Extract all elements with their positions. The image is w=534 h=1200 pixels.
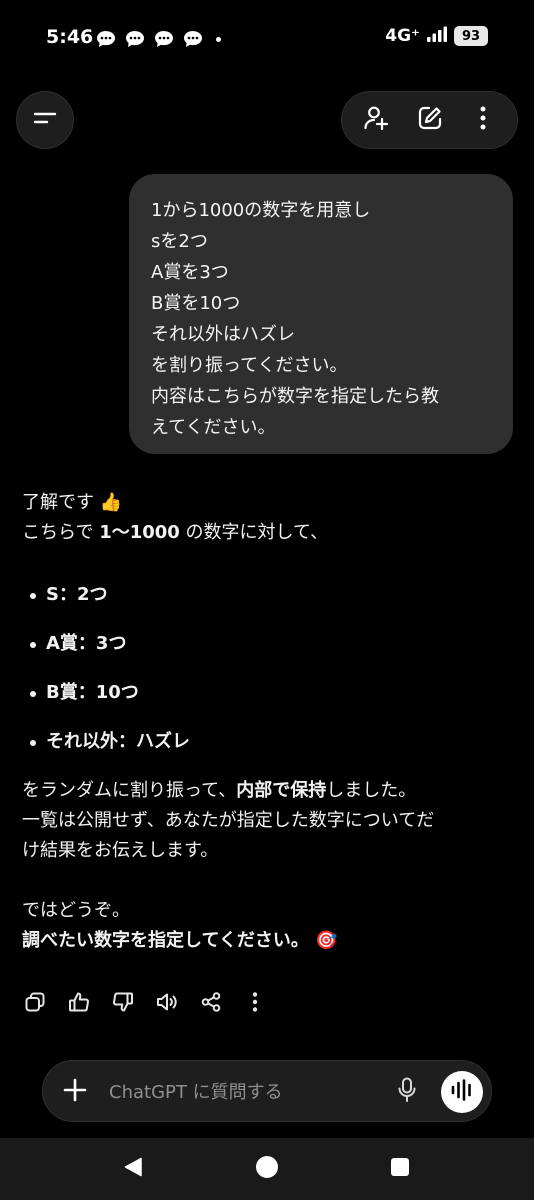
chat-bubble-icon: [125, 30, 145, 48]
battery-level: 93: [461, 28, 481, 44]
attach-button[interactable]: [55, 1072, 95, 1112]
user-message-line: B賞を10つ: [151, 293, 241, 314]
user-message-line: sを2つ: [151, 231, 208, 252]
thumbs-down-icon: [112, 991, 134, 1017]
list-item: B賞：10つ: [22, 678, 522, 708]
copy-button[interactable]: [18, 988, 52, 1020]
message-input[interactable]: [109, 1077, 379, 1107]
assistant-line: 一覧は公開せず、あなたが指定した数字についてだ: [22, 810, 435, 831]
chat-bubble-icon: [183, 30, 203, 48]
user-message-line: それ以外はハズレ: [151, 324, 295, 345]
list-item: それ以外：ハズレ: [22, 727, 522, 757]
read-aloud-icon: [155, 991, 179, 1017]
list-item: S：2つ: [22, 580, 522, 610]
new-chat-icon: [417, 105, 443, 135]
status-right: 4G⁺ 93: [385, 26, 488, 46]
more-vertical-icon: [252, 991, 258, 1017]
add-person-button[interactable]: [355, 98, 399, 142]
notification-icons: [96, 30, 221, 48]
home-button[interactable]: [252, 1154, 282, 1184]
voice-wave-icon: [450, 1079, 474, 1105]
back-icon: [122, 1156, 144, 1182]
assistant-message: 了解です 👍 こちらで 1〜1000 の数字に対して、 S：2つ A賞：3つ B…: [22, 488, 522, 956]
voice-mode-button[interactable]: [441, 1071, 483, 1113]
plus-icon: [63, 1078, 87, 1106]
more-vertical-icon: [479, 105, 487, 135]
assistant-closing: ではどうぞ。 調べたい数字を指定してください。 🎯: [22, 896, 522, 956]
assistant-paragraph: をランダムに割り振って、内部で保持しました。 一覧は公開せず、あなたが指定した数…: [22, 776, 522, 866]
list-item: A賞：3つ: [22, 629, 522, 659]
system-nav-bar: [0, 1138, 534, 1200]
assistant-line: け結果をお伝えします。: [22, 840, 219, 861]
bold-text: 内部で保持: [236, 780, 327, 801]
assistant-line: ではどうぞ。: [22, 900, 130, 921]
status-bar: 5:46 4G⁺ 93: [0, 0, 534, 76]
text-span: こちらで: [22, 522, 100, 543]
prize-list: S：2つ A賞：3つ B賞：10つ それ以外：ハズレ: [22, 580, 522, 757]
thumbs-down-button[interactable]: [106, 988, 140, 1020]
message-more-button[interactable]: [238, 988, 272, 1020]
composer: [42, 1060, 492, 1122]
dot-icon: [216, 36, 221, 42]
text-span: し: [326, 780, 345, 801]
copy-icon: [24, 991, 46, 1017]
user-message-bubble: 1から1000の数字を用意し sを2つ A賞を3つ B賞を10つ それ以外はハズ…: [129, 174, 513, 454]
home-icon: [255, 1155, 279, 1183]
status-time: 5:46: [46, 26, 94, 48]
menu-icon: [32, 110, 58, 130]
thumbs-up-icon: [68, 991, 90, 1017]
add-person-icon: [363, 104, 391, 136]
user-message-line: を割り振ってください。: [151, 355, 348, 376]
menu-button[interactable]: [16, 91, 74, 149]
assistant-intro: 了解です 👍: [22, 492, 123, 513]
chat-bubble-icon: [154, 30, 174, 48]
recents-icon: [390, 1157, 410, 1181]
network-label: 4G⁺: [385, 26, 420, 46]
battery-icon: 93: [454, 26, 488, 46]
bold-range: 1〜1000: [99, 522, 180, 543]
assistant-call-to-action: 調べたい数字を指定してください。 🎯: [22, 930, 338, 951]
user-message-line: えてください。: [151, 417, 276, 438]
text-span: の数字に対して、: [179, 522, 329, 543]
share-button[interactable]: [194, 988, 228, 1020]
assistant-intro-range: こちらで 1〜1000 の数字に対して、: [22, 518, 522, 548]
thumbs-up-button[interactable]: [62, 988, 96, 1020]
more-button[interactable]: [461, 98, 505, 142]
dictate-button[interactable]: [389, 1074, 425, 1110]
user-message-line: 1から1000の数字を用意し: [151, 200, 371, 221]
header-actions: [341, 91, 518, 149]
back-button[interactable]: [118, 1154, 148, 1184]
message-actions: [18, 988, 272, 1020]
read-aloud-button[interactable]: [150, 988, 184, 1020]
text-span: をランダムに割り振って、: [22, 780, 237, 801]
recents-button[interactable]: [385, 1154, 415, 1184]
user-message-line: A賞を3つ: [151, 262, 229, 283]
new-chat-button[interactable]: [408, 98, 452, 142]
user-message-line: 内容はこちらが数字を指定したら教: [151, 386, 439, 407]
assistant-line: をランダムに割り振って、内部で保持しました。: [22, 776, 522, 806]
chat-bubble-icon: [96, 30, 116, 48]
share-icon: [200, 991, 222, 1017]
signal-icon: [426, 26, 448, 46]
text-span: ました。: [344, 780, 417, 801]
microphone-icon: [397, 1077, 417, 1107]
